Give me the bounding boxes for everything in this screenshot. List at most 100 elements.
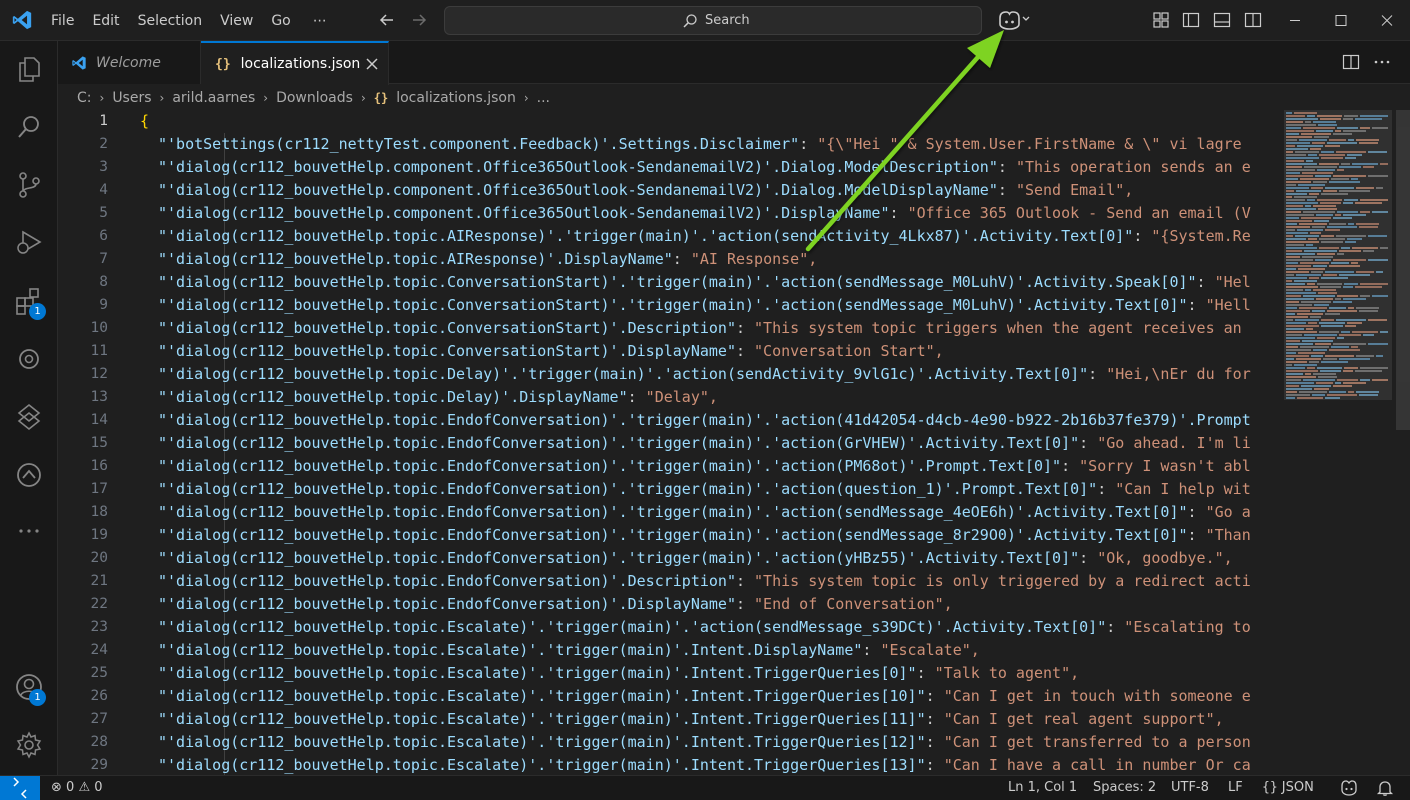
remote-icon <box>13 777 27 799</box>
language-mode[interactable]: {} JSON <box>1262 780 1314 795</box>
menu-selection[interactable]: Selection <box>130 8 211 34</box>
line-ending[interactable]: LF <box>1228 780 1243 795</box>
line-number: 22 <box>90 596 108 612</box>
minimize-icon[interactable] <box>1272 0 1318 41</box>
json-colon: : <box>799 135 818 153</box>
json-colon: : <box>672 250 691 268</box>
menu-view[interactable]: View <box>212 8 261 34</box>
json-value: "{System.Re <box>1151 227 1251 245</box>
copilot-icon[interactable] <box>996 9 1032 31</box>
json-value: "This system topic is only triggered by … <box>754 572 1251 590</box>
json-colon: : <box>1187 503 1206 521</box>
json-colon: : <box>735 342 755 360</box>
json-colon: : <box>735 572 755 590</box>
json-key: "'dialog(cr112_bouvetHelp.topic.Escalate… <box>158 618 1107 636</box>
customize-layout-icon[interactable] <box>1152 11 1170 29</box>
tab-localizations-label: localizations.json <box>240 56 361 72</box>
code-area[interactable]: {"'botSettings(cr112_nettyTest.component… <box>140 110 1284 775</box>
menu-file[interactable]: File <box>43 8 82 34</box>
json-colon: : <box>1187 296 1206 314</box>
line-number: 29 <box>90 757 108 773</box>
json-colon: : <box>997 158 1016 176</box>
json-key: "'dialog(cr112_bouvetHelp.topic.Escalate… <box>158 664 917 682</box>
code-line: "'dialog(cr112_bouvetHelp.topic.EndofCon… <box>158 524 1251 547</box>
code-line: "'dialog(cr112_bouvetHelp.topic.Escalate… <box>158 662 1079 685</box>
search-view-icon[interactable] <box>13 111 45 143</box>
toggle-secondary-sidebar-icon[interactable] <box>1244 11 1262 29</box>
menu-go[interactable]: Go <box>263 8 298 34</box>
breadcrumb-file[interactable]: localizations.json <box>396 90 516 106</box>
menu-edit[interactable]: Edit <box>84 8 127 34</box>
json-key: "'dialog(cr112_bouvetHelp.topic.Conversa… <box>158 319 736 337</box>
json-colon: : <box>997 181 1016 199</box>
indentation[interactable]: Spaces: 2 <box>1093 780 1156 795</box>
json-colon: : <box>862 641 881 659</box>
more-actions-icon[interactable] <box>1373 53 1391 71</box>
line-number: 16 <box>90 458 108 474</box>
json-value: "Hel <box>1214 273 1251 291</box>
remote-indicator[interactable] <box>0 776 40 800</box>
more-views-icon[interactable] <box>13 515 45 547</box>
json-colon: : <box>925 687 944 705</box>
split-editor-icon[interactable] <box>1342 53 1360 71</box>
code-editor[interactable]: 1 2 3 4 5 6 7 8 9 10 11 12 13 14 15 16 17 18 19 20 21 22 23 24 2… <box>58 110 1284 775</box>
menu-more[interactable]: ⋯ <box>305 8 335 34</box>
json-icon: {} <box>215 56 231 72</box>
tab-localizations-json[interactable]: {} localizations.json <box>201 41 389 85</box>
tab-welcome[interactable]: Welcome <box>58 41 201 84</box>
copilot-studio-icon[interactable] <box>13 459 45 491</box>
warning-icon: ⚠ <box>78 780 91 795</box>
breadcrumb-user[interactable]: arild.aarnes <box>172 90 255 106</box>
code-line: "'dialog(cr112_bouvetHelp.topic.Conversa… <box>158 294 1251 317</box>
json-key: "'dialog(cr112_bouvetHelp.topic.Escalate… <box>158 641 863 659</box>
close-tab-icon[interactable] <box>364 56 380 72</box>
breadcrumb-downloads[interactable]: Downloads <box>276 90 353 106</box>
command-center-search[interactable]: Search <box>444 6 982 35</box>
error-count: 0 <box>66 780 75 795</box>
problems-status[interactable]: ⊗ 0 ⚠ 0 <box>51 780 103 795</box>
toggle-panel-icon[interactable] <box>1213 11 1231 29</box>
line-number: 2 <box>99 136 108 152</box>
json-value: "Escalating to <box>1124 618 1251 636</box>
minimap[interactable] <box>1284 110 1410 775</box>
copilot-status-icon[interactable] <box>1340 779 1358 797</box>
remote-explorer-icon[interactable] <box>13 343 45 375</box>
line-number: 11 <box>90 343 108 359</box>
close-window-icon[interactable] <box>1364 0 1410 41</box>
settings-gear-icon[interactable] <box>13 729 45 761</box>
json-colon: : <box>1079 434 1098 452</box>
status-bar: ⊗ 0 ⚠ 0 Ln 1, Col 1 Spaces: 2 UTF-8 LF {… <box>0 775 1410 800</box>
breadcrumb-users[interactable]: Users <box>112 90 151 106</box>
line-number: 9 <box>99 297 108 313</box>
run-and-debug-icon[interactable] <box>13 226 45 258</box>
bell-icon[interactable] <box>1376 779 1394 797</box>
code-line: "'dialog(cr112_bouvetHelp.topic.EndofCon… <box>158 432 1251 455</box>
json-value: "Go ahead. I'm li <box>1097 434 1251 452</box>
explorer-icon[interactable] <box>13 53 45 85</box>
power-platform-icon[interactable] <box>13 401 45 433</box>
toggle-primary-sidebar-icon[interactable] <box>1182 11 1200 29</box>
maximize-icon[interactable] <box>1318 0 1364 41</box>
code-line: "'dialog(cr112_bouvetHelp.topic.EndofCon… <box>158 501 1251 524</box>
breadcrumb-drive[interactable]: C: <box>77 90 92 106</box>
line-number: 3 <box>99 159 108 175</box>
title-bar: File Edit Selection View Go ⋯ Search <box>0 0 1410 41</box>
json-colon: : <box>1106 618 1125 636</box>
back-arrow-icon[interactable] <box>377 10 397 30</box>
forward-arrow-icon[interactable] <box>409 10 429 30</box>
source-control-icon[interactable] <box>13 169 45 201</box>
encoding[interactable]: UTF-8 <box>1171 780 1209 795</box>
json-key: "'dialog(cr112_bouvetHelp.component.Offi… <box>158 204 890 222</box>
vertical-scrollbar[interactable] <box>1396 110 1410 430</box>
cursor-position[interactable]: Ln 1, Col 1 <box>1008 780 1077 795</box>
line-number: 23 <box>90 619 108 635</box>
line-number: 26 <box>90 688 108 704</box>
json-colon: : <box>916 664 935 682</box>
code-line: "'dialog(cr112_bouvetHelp.topic.Delay)'.… <box>158 386 718 409</box>
minimap-slider[interactable] <box>1284 110 1392 400</box>
code-line: "'dialog(cr112_bouvetHelp.topic.Escalate… <box>158 685 1251 708</box>
json-colon: : <box>735 319 755 337</box>
chevron-right-icon: › <box>523 90 529 105</box>
breadcrumb-symbol[interactable]: ... <box>537 90 550 106</box>
code-line: "'dialog(cr112_bouvetHelp.topic.EndofCon… <box>158 409 1251 432</box>
